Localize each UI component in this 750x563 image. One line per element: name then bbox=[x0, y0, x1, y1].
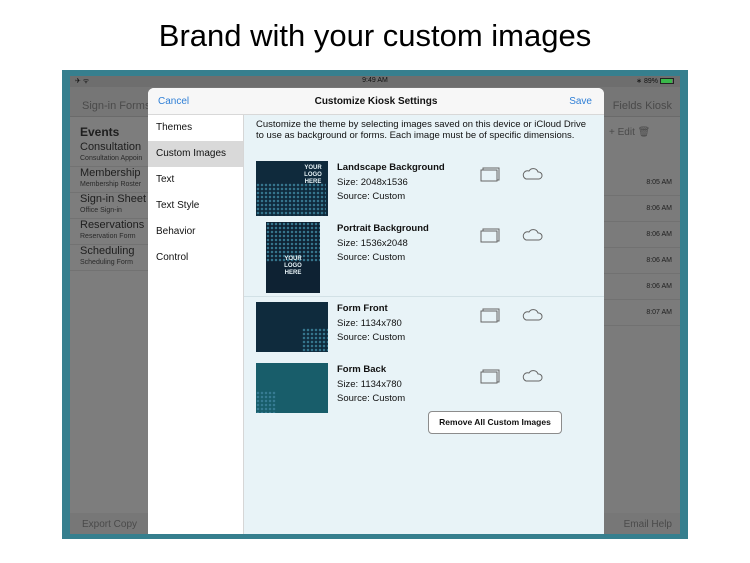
background-bottom-left: Export Copy bbox=[82, 519, 138, 530]
sidebar-item-text-style[interactable]: Text Style bbox=[148, 193, 243, 219]
image-name: Portrait Background bbox=[337, 223, 429, 234]
background-list-header: Events bbox=[80, 125, 120, 139]
background-nav-left: Sign-in Forms bbox=[82, 100, 151, 112]
image-size: Size: 1536x2048 bbox=[337, 237, 408, 249]
background-time: 8:07 AM bbox=[646, 309, 672, 316]
battery-percent: 89% bbox=[643, 77, 658, 85]
image-source: Source: Custom bbox=[337, 393, 406, 404]
save-button[interactable]: Save bbox=[569, 96, 592, 107]
background-nav-right: Fields Kiosk bbox=[612, 100, 672, 112]
image-row-landscape: YOUR LOGO HERE Landscape Background Size… bbox=[256, 161, 596, 217]
device-frame: ✈ ᯤ 9:49 AM ∗ 89% Sign-in Forms Fields K… bbox=[62, 70, 688, 539]
sidebar-item-control[interactable]: Control bbox=[148, 245, 243, 271]
trash-icon: 🗑 bbox=[637, 127, 651, 138]
background-time: 8:05 AM bbox=[646, 179, 672, 186]
image-row-portrait: YOUR LOGO HERE Portrait Background Size:… bbox=[256, 222, 596, 293]
photo-library-icon[interactable] bbox=[480, 369, 500, 384]
image-source: Source: Custom bbox=[337, 252, 406, 263]
background-time: 8:06 AM bbox=[646, 205, 672, 212]
background-event-list: Events Consultation Consultation Appoin … bbox=[70, 117, 160, 513]
image-name: Form Back bbox=[337, 364, 387, 375]
battery-icon bbox=[660, 78, 674, 84]
background-toolbar: + Edit 🗑 bbox=[609, 127, 651, 138]
kiosk-settings-modal: Cancel Customize Kiosk Settings Save The… bbox=[148, 88, 604, 534]
background-time: 8:06 AM bbox=[646, 257, 672, 264]
sidebar-item-themes[interactable]: Themes bbox=[148, 115, 243, 141]
bluetooth-icon: ∗ bbox=[636, 78, 642, 85]
modal-nav-bar: Cancel Customize Kiosk Settings Save bbox=[148, 88, 604, 115]
form-back-thumbnail[interactable] bbox=[256, 363, 328, 413]
image-name: Form Front bbox=[337, 303, 388, 314]
image-size: Size: 2048x1536 bbox=[337, 176, 408, 188]
list-item: Reservations Reservation Form bbox=[70, 219, 159, 245]
thumbnail-logo-text: YOUR LOGO HERE bbox=[304, 165, 322, 185]
status-bar: ✈ ᯤ 9:49 AM ∗ 89% bbox=[70, 76, 680, 87]
icloud-icon[interactable] bbox=[521, 307, 543, 322]
image-size: Size: 1134x780 bbox=[337, 378, 402, 390]
icloud-icon[interactable] bbox=[521, 166, 543, 181]
background-detail-column: + Edit 🗑 8:05 AM 8:06 AM 8:06 AM 8:06 AM… bbox=[603, 117, 680, 513]
photo-library-icon[interactable] bbox=[480, 308, 500, 323]
list-item: Membership Membership Roster bbox=[70, 167, 159, 193]
sidebar-item-behavior[interactable]: Behavior bbox=[148, 219, 243, 245]
remove-all-custom-images-button[interactable]: Remove All Custom Images bbox=[428, 411, 562, 434]
image-source: Source: Custom bbox=[337, 191, 406, 202]
image-row-form-front: Form Front Size: 1134x780 Source: Custom bbox=[256, 302, 596, 358]
image-name: Landscape Background bbox=[337, 162, 445, 173]
battery-indicator: ∗ 89% bbox=[636, 77, 674, 85]
settings-sidebar: Themes Custom Images Text Text Style Beh… bbox=[148, 115, 244, 534]
landscape-thumbnail[interactable]: YOUR LOGO HERE bbox=[256, 161, 328, 216]
portrait-thumbnail[interactable]: YOUR LOGO HERE bbox=[266, 222, 320, 293]
modal-title: Customize Kiosk Settings bbox=[314, 96, 438, 107]
page-headline: Brand with your custom images bbox=[158, 18, 592, 53]
image-size: Size: 1134x780 bbox=[337, 317, 402, 329]
sidebar-item-text[interactable]: Text bbox=[148, 167, 243, 193]
panel-description: Customize the theme by selecting images … bbox=[256, 119, 587, 141]
icloud-icon[interactable] bbox=[521, 368, 543, 383]
background-time: 8:06 AM bbox=[646, 283, 672, 290]
sidebar-item-custom-images[interactable]: Custom Images bbox=[148, 141, 243, 167]
device-screen: ✈ ᯤ 9:49 AM ∗ 89% Sign-in Forms Fields K… bbox=[70, 76, 680, 534]
list-item: Scheduling Scheduling Form bbox=[70, 245, 159, 271]
photo-library-icon[interactable] bbox=[480, 228, 500, 243]
background-time: 8:06 AM bbox=[646, 231, 672, 238]
status-time: 9:49 AM bbox=[362, 77, 388, 84]
section-divider bbox=[244, 296, 604, 297]
background-bottom-right: Email Help bbox=[623, 519, 672, 530]
photo-library-icon[interactable] bbox=[480, 167, 500, 182]
thumbnail-logo-text: YOUR LOGO HERE bbox=[284, 256, 302, 276]
custom-images-panel: Customize the theme by selecting images … bbox=[244, 115, 604, 534]
list-item: Sign-in Sheet Office Sign-in bbox=[70, 193, 159, 219]
form-front-thumbnail[interactable] bbox=[256, 302, 328, 352]
list-item: Consultation Consultation Appoin bbox=[70, 141, 159, 167]
icloud-icon[interactable] bbox=[521, 227, 543, 242]
image-source: Source: Custom bbox=[337, 332, 406, 343]
